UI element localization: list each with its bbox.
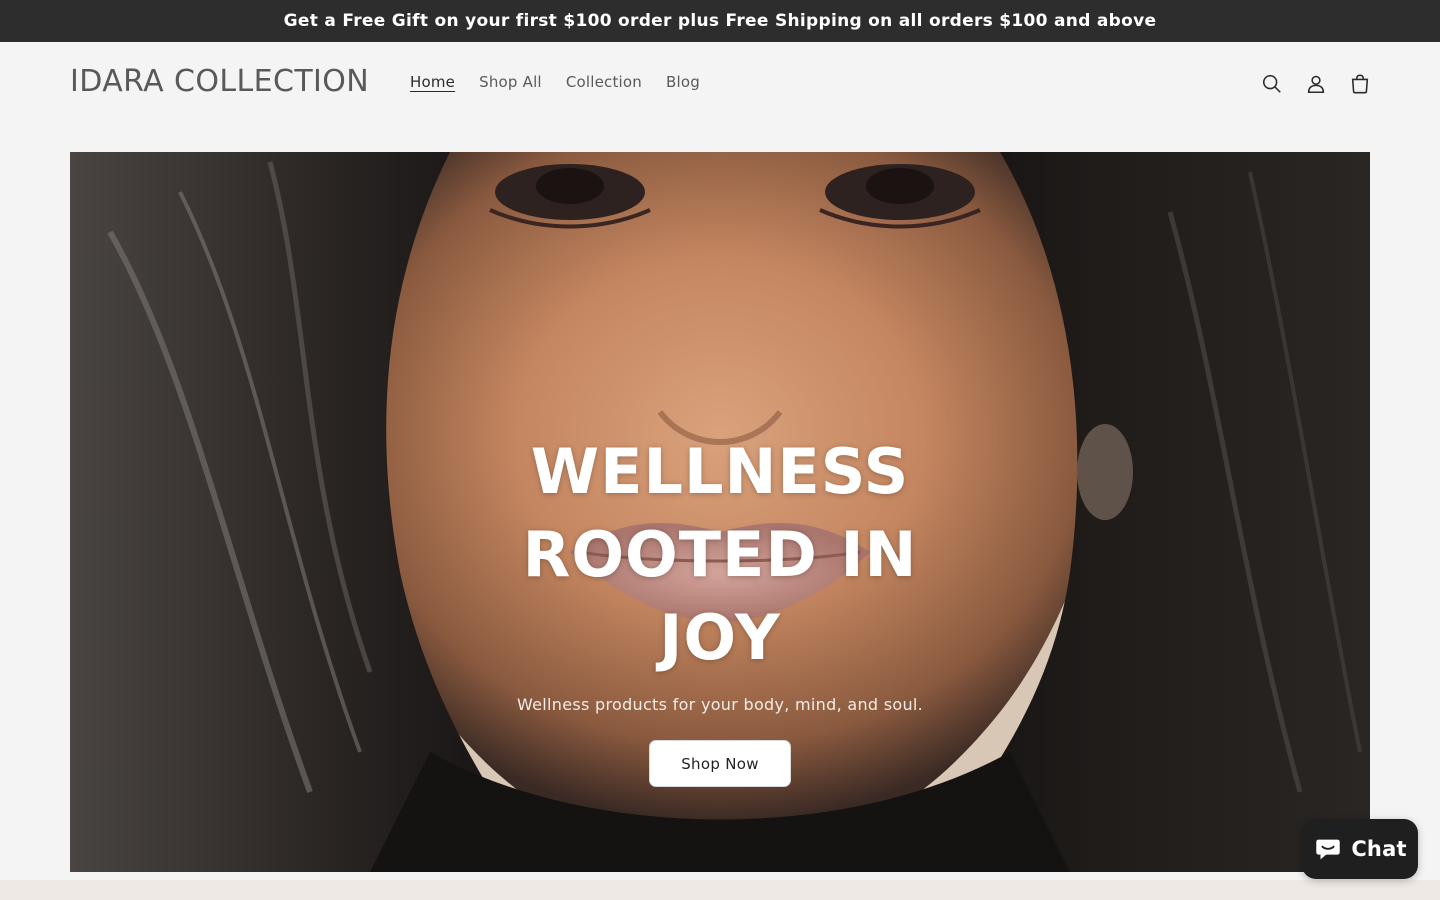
account-button[interactable] <box>1294 62 1338 106</box>
hero-banner: WELLNESS ROOTED IN JOY Wellness products… <box>70 152 1370 872</box>
announcement-text: Get a Free Gift on your first $100 order… <box>283 11 1157 31</box>
account-icon <box>1307 75 1325 94</box>
search-button[interactable] <box>1250 62 1294 106</box>
cart-icon <box>1351 74 1369 94</box>
chat-button[interactable]: Chat <box>1302 819 1418 879</box>
hero-subtitle: Wellness products for your body, mind, a… <box>516 695 924 714</box>
announcement-bar: Get a Free Gift on your first $100 order… <box>0 0 1440 42</box>
hero-title-line-2: ROOTED IN <box>522 518 918 591</box>
chat-label: Chat <box>1351 837 1407 861</box>
nav-collection[interactable]: Collection <box>554 73 654 91</box>
hero-content: WELLNESS ROOTED IN JOY Wellness products… <box>470 430 970 787</box>
hero-title: WELLNESS ROOTED IN JOY <box>523 430 918 679</box>
hero-title-line-1: WELLNESS <box>530 435 910 508</box>
store-logo[interactable]: IDARA COLLECTION <box>70 64 369 99</box>
nav-blog[interactable]: Blog <box>654 73 712 91</box>
main-nav: Home Shop All Collection Blog <box>398 73 712 91</box>
shop-now-button[interactable]: Shop Now <box>649 740 791 787</box>
next-section-edge <box>0 880 1440 900</box>
cart-button[interactable] <box>1338 62 1382 106</box>
header-icons <box>1250 62 1382 106</box>
hero-title-line-3: JOY <box>659 601 781 674</box>
chat-bubble-icon <box>1316 839 1341 860</box>
nav-home[interactable]: Home <box>398 73 467 91</box>
search-icon <box>1262 74 1281 93</box>
nav-shop-all[interactable]: Shop All <box>467 73 554 91</box>
site-header: IDARA COLLECTION Home Shop All Collectio… <box>0 42 1440 128</box>
